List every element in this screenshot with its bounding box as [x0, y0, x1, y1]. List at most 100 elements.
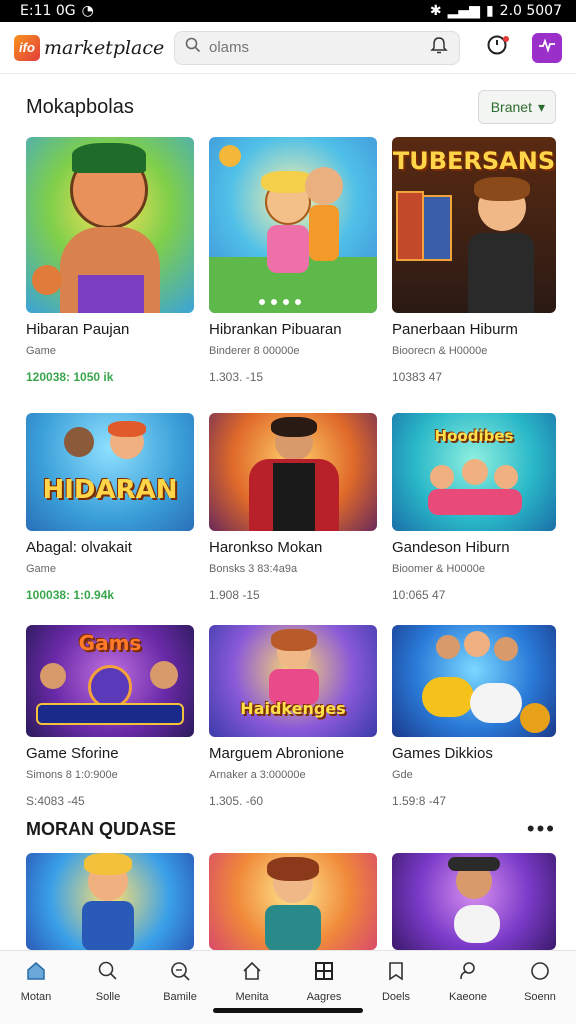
home-icon: [24, 959, 48, 983]
game-thumbnail[interactable]: [209, 853, 377, 950]
top-app-bar: ifo marketplace: [0, 22, 576, 74]
section-header-featured: Mokapbolas Branet ▾: [26, 90, 556, 124]
bluetooth-icon: ✱: [429, 3, 442, 19]
card-meta: S:4083 -45: [26, 794, 85, 808]
game-thumbnail: [26, 137, 194, 313]
game-thumbnail: [392, 625, 556, 737]
notification-dot: [503, 35, 509, 42]
nav-item-soenn[interactable]: Soenn: [508, 959, 572, 1024]
filter-dropdown[interactable]: Branet ▾: [477, 90, 556, 124]
nav-item-motan[interactable]: Motan: [4, 959, 68, 1024]
thumbnail-title: TUBERSANS: [392, 147, 556, 175]
game-card[interactable]: Hoodibes Gandeson Hiburn Bioomer & H0000…: [392, 413, 556, 625]
nav-item-kaeone[interactable]: Kaeone: [436, 959, 500, 1024]
card-meta: 100038: 1:0.94k: [26, 588, 115, 602]
section-title: MORAN QUDASE: [26, 818, 177, 839]
card-title: Haronkso Mokan: [209, 539, 323, 556]
house-outline-icon: [240, 959, 264, 983]
chat-icon: [456, 959, 480, 983]
card-meta: 1.305. -60: [209, 794, 264, 808]
game-card[interactable]: Games Dikkios Gde 1.59:8 -47: [392, 625, 556, 809]
nav-label: Bamile: [163, 991, 197, 1003]
nav-item-solle[interactable]: Solle: [76, 959, 140, 1024]
notification-icon: ◔: [81, 3, 94, 19]
nav-label: Kaeone: [449, 991, 487, 1003]
zoom-icon: [168, 959, 192, 983]
game-card[interactable]: Hibrankan Pibuaran Binderer 8 00000e 1.3…: [209, 137, 377, 413]
search-bar[interactable]: [174, 30, 460, 65]
search-icon: [185, 37, 201, 58]
card-meta: 10:065 47: [392, 588, 446, 602]
thumbnail-title: HIDARAN: [42, 475, 178, 505]
card-grid-partial: [26, 853, 556, 950]
game-thumbnail: Gams: [26, 625, 194, 737]
status-time: E:11 0G: [20, 3, 76, 19]
card-title: Panerbaan Hiburm: [392, 321, 518, 338]
signal-icon: ▂▄▆: [447, 3, 480, 19]
card-meta: 120038: 1050 ik: [26, 370, 114, 384]
nav-item-menita[interactable]: Menita: [220, 959, 284, 1024]
section-header-more: MORAN QUDASE •••: [26, 816, 556, 842]
game-card[interactable]: TUBERSANS Panerbaan Hiburm Bioorecn & H0…: [392, 137, 556, 413]
thumbnail-title: Haidkenges: [240, 699, 346, 718]
nav-item-doels[interactable]: Doels: [364, 959, 428, 1024]
card-subtitle: Bioorecn & H0000e: [392, 345, 488, 357]
card-title: Hibaran Paujan: [26, 321, 130, 338]
thumbnail-title: Gams: [78, 631, 142, 655]
app-logo[interactable]: ifo marketplace: [14, 34, 174, 61]
game-card[interactable]: Hibaran Paujan Game 120038: 1050 ik: [26, 137, 194, 413]
search-input[interactable]: [209, 39, 421, 56]
card-subtitle: Game: [26, 345, 56, 357]
pulse-icon: [538, 36, 556, 59]
logo-text: marketplace: [44, 36, 165, 59]
bell-icon[interactable]: [429, 35, 449, 60]
game-card[interactable]: HIDARAN Abagal: olvakait Game 100038: 1:…: [26, 413, 194, 625]
nav-label: Solle: [95, 991, 121, 1003]
grid-icon: [312, 959, 336, 983]
card-title: Games Dikkios: [392, 745, 493, 762]
card-grid: Hibaran Paujan Game 120038: 1050 ik Hibr…: [26, 137, 556, 809]
game-thumbnail: Hoodibes: [392, 413, 556, 531]
card-subtitle: Bioomer & H0000e: [392, 563, 485, 575]
nav-label: Aagres: [306, 991, 342, 1003]
card-meta: 1.908 -15: [209, 588, 260, 602]
circle-icon: [528, 959, 552, 983]
card-title: Abagal: olvakait: [26, 539, 132, 556]
card-meta: 1.59:8 -47: [392, 794, 447, 808]
card-subtitle: Game: [26, 563, 56, 575]
game-thumbnail: TUBERSANS: [392, 137, 556, 313]
game-thumbnail: Haidkenges: [209, 625, 377, 737]
game-thumbnail: [209, 413, 377, 531]
game-card[interactable]: Gams Game Sforine Simons 8 1:0:900e S:40…: [26, 625, 194, 809]
nav-item-aagres[interactable]: Aagres: [292, 959, 356, 1024]
nav-label: Soenn: [524, 991, 556, 1003]
card-title: Hibrankan Pibuaran: [209, 321, 342, 338]
filter-label: Branet: [490, 99, 532, 115]
nav-item-bamile[interactable]: Bamile: [148, 959, 212, 1024]
card-subtitle: Binderer 8 00000e: [209, 345, 300, 357]
card-subtitle: Arnaker a 3:00000e: [209, 769, 306, 781]
search-icon: [96, 959, 120, 983]
game-card[interactable]: Haronkso Mokan Bonsks 3 83:4a9a 1.908 -1…: [209, 413, 377, 625]
nav-label: Menita: [235, 991, 269, 1003]
thumbnail-title: Hoodibes: [434, 427, 514, 445]
logo-mark: ifo: [14, 34, 40, 61]
battery-icon: ▮: [485, 3, 494, 19]
game-thumbnail: [209, 137, 377, 313]
more-options-icon[interactable]: •••: [527, 816, 556, 842]
card-meta: 1.303. -15: [209, 370, 264, 384]
game-thumbnail: HIDARAN: [26, 413, 194, 531]
status-bar: E:11 0G ◔ ✱ ▂▄▆ ▮ 2.0 5007: [0, 0, 576, 22]
card-title: Gandeson Hiburn: [392, 539, 510, 556]
notifications-button[interactable]: [482, 33, 512, 63]
status-right: 2.0 5007: [499, 3, 562, 19]
bookmark-icon: [384, 959, 408, 983]
game-thumbnail[interactable]: [392, 853, 556, 950]
game-card[interactable]: Haidkenges Marguem Abronione Arnaker a 3…: [209, 625, 377, 809]
home-indicator[interactable]: [213, 1008, 363, 1013]
card-title: Game Sforine: [26, 745, 119, 762]
game-thumbnail[interactable]: [26, 853, 194, 950]
nav-label: Doels: [381, 991, 411, 1003]
card-subtitle: Gde: [392, 769, 413, 781]
activity-button[interactable]: [532, 32, 562, 63]
